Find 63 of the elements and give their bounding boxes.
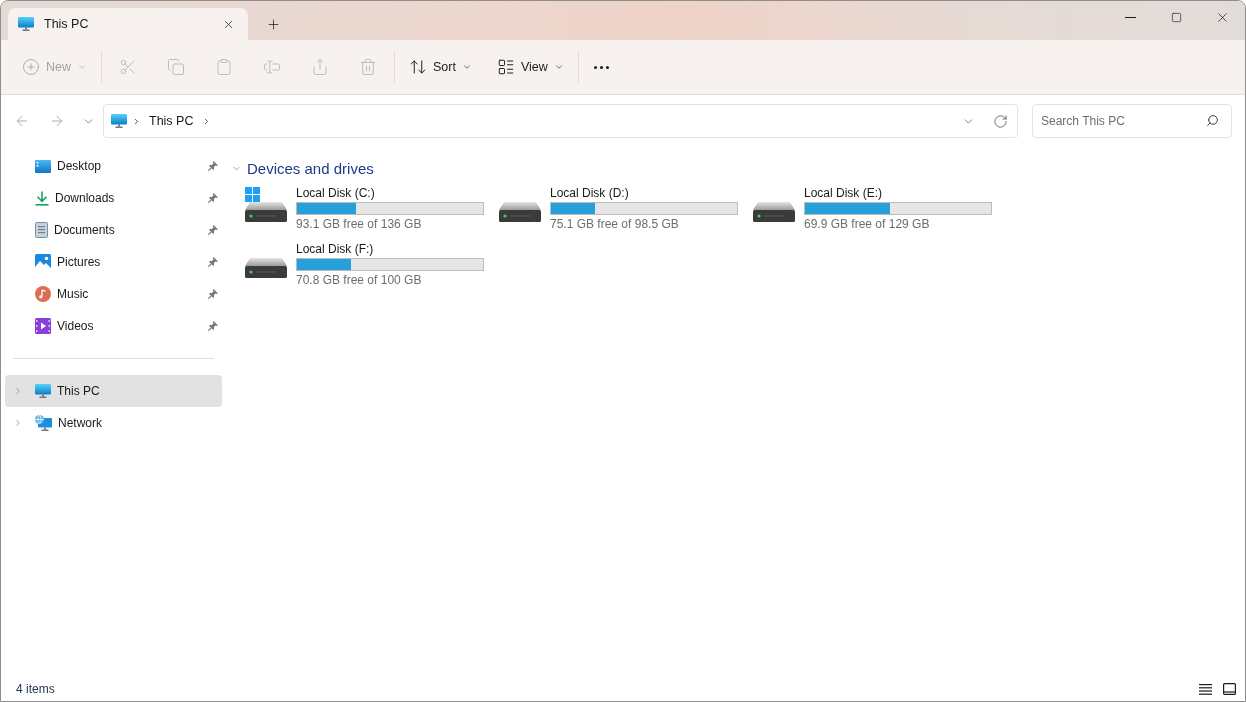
chevron-right-icon[interactable] xyxy=(13,386,23,396)
free-space-text: 70.8 GB free of 100 GB xyxy=(296,273,422,288)
minimize-icon xyxy=(1124,16,1136,18)
clipboard-icon xyxy=(215,58,233,76)
plus-icon xyxy=(265,16,281,32)
more-icon xyxy=(594,65,610,69)
copy-icon xyxy=(167,58,185,76)
music-icon xyxy=(35,286,51,302)
chevron-right-icon xyxy=(132,116,141,126)
drive-name: Local Disk (E:) xyxy=(804,186,883,201)
sidebar-item[interactable]: Network xyxy=(5,407,222,439)
sort-button[interactable]: Sort xyxy=(401,50,480,84)
computer-icon xyxy=(35,384,51,398)
lines-icon xyxy=(1198,683,1212,695)
document-icon xyxy=(35,222,48,238)
view-button[interactable]: View xyxy=(488,50,572,84)
list-layout-icon xyxy=(496,58,515,76)
trash-icon xyxy=(359,58,377,76)
desktop-icon xyxy=(35,159,51,173)
sidebar-item[interactable]: This PC xyxy=(5,375,222,407)
caret-icon xyxy=(461,62,472,72)
sidebar-item[interactable]: Documents xyxy=(5,214,222,246)
sidebar-item[interactable]: Pictures xyxy=(5,246,222,278)
computer-icon xyxy=(18,17,34,31)
maximize-icon xyxy=(1170,11,1182,23)
picture-icon xyxy=(35,254,51,270)
chevron-right-icon[interactable] xyxy=(13,418,23,428)
section-heading[interactable]: Devices and drives xyxy=(231,159,374,177)
free-space-text: 69.9 GB free of 129 GB xyxy=(804,217,930,232)
sidebar-item[interactable]: Desktop xyxy=(5,150,222,182)
drive-icon xyxy=(245,202,287,222)
drive-icon xyxy=(753,202,795,222)
search-icon xyxy=(1206,114,1219,127)
drive-icon xyxy=(245,258,287,278)
network-icon xyxy=(35,415,52,431)
refresh-icon xyxy=(992,113,1008,129)
share-icon xyxy=(311,58,329,76)
scissors-icon xyxy=(119,58,137,76)
text-cursor-icon xyxy=(263,58,281,76)
computer-icon xyxy=(111,114,127,128)
download-icon xyxy=(35,190,49,206)
item-count: 4 items xyxy=(16,682,55,696)
video-icon xyxy=(35,318,51,334)
sidebar-item[interactable]: Downloads xyxy=(5,182,222,214)
search-field[interactable]: Search This PC xyxy=(1032,104,1232,138)
tab[interactable]: This PC xyxy=(8,8,248,40)
caret-icon xyxy=(553,62,564,72)
sidebar-item[interactable]: Videos xyxy=(5,310,222,342)
sidebar-item[interactable]: Music xyxy=(5,278,222,310)
drive-name: Local Disk (F:) xyxy=(296,242,374,257)
plus-circle-icon xyxy=(22,58,40,76)
breadcrumb[interactable]: This PC xyxy=(145,109,198,133)
drive-icon xyxy=(499,202,541,222)
sort-arrows-icon xyxy=(409,58,427,76)
caret-icon xyxy=(77,62,87,72)
free-space-text: 75.1 GB free of 98.5 GB xyxy=(550,217,679,232)
window-icon xyxy=(1222,683,1236,695)
address-bar[interactable]: This PC xyxy=(103,104,1018,138)
free-space-text: 93.1 GB free of 136 GB xyxy=(296,217,422,232)
forward-arrow-icon xyxy=(49,113,65,129)
drive-name: Local Disk (D:) xyxy=(550,186,629,201)
windows-logo-icon xyxy=(245,187,260,202)
drive-name: Local Disk (C:) xyxy=(296,186,375,201)
